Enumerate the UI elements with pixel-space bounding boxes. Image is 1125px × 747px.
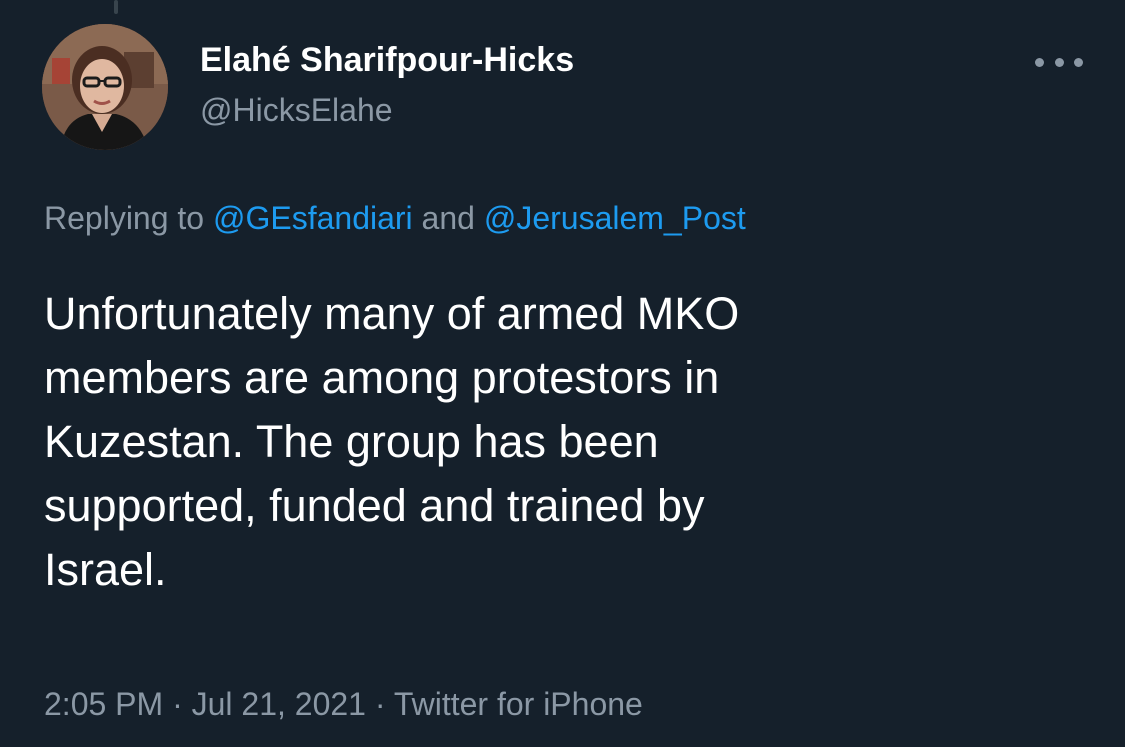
tweet-source[interactable]: Twitter for iPhone <box>394 686 643 722</box>
author-display-name[interactable]: Elahé Sharifpour-Hicks <box>200 38 574 82</box>
avatar[interactable] <box>42 24 168 150</box>
author-handle[interactable]: @HicksElahe <box>200 88 574 132</box>
more-horizontal-icon <box>1035 57 1044 67</box>
tweet-time[interactable]: 2:05 PM <box>44 686 163 722</box>
mention-link-jerusalem-post[interactable]: @Jerusalem_Post <box>484 200 746 236</box>
more-horizontal-icon-dot <box>1074 57 1083 67</box>
more-horizontal-icon-dot <box>1054 57 1064 67</box>
mention-link-gesfandiari[interactable]: @GEsfandiari <box>213 200 413 236</box>
tweet-date[interactable]: Jul 21, 2021 <box>192 686 366 722</box>
meta-separator: · <box>365 686 394 722</box>
tweet-metadata: 2:05 PM · Jul 21, 2021 · Twitter for iPh… <box>44 682 643 726</box>
more-options-button[interactable] <box>1035 50 1083 74</box>
avatar-image <box>42 24 168 150</box>
tweet-author[interactable]: Elahé Sharifpour-Hicks @HicksElahe <box>200 38 574 132</box>
replying-to-conjunction: and <box>412 200 484 236</box>
replying-to-label: Replying to <box>44 200 213 236</box>
thread-connector-line <box>114 0 118 14</box>
replying-to-line: Replying to @GEsfandiari and @Jerusalem_… <box>44 196 746 240</box>
meta-separator: · <box>163 686 192 722</box>
tweet-text: Unfortunately many of armed MKO members … <box>44 288 740 595</box>
